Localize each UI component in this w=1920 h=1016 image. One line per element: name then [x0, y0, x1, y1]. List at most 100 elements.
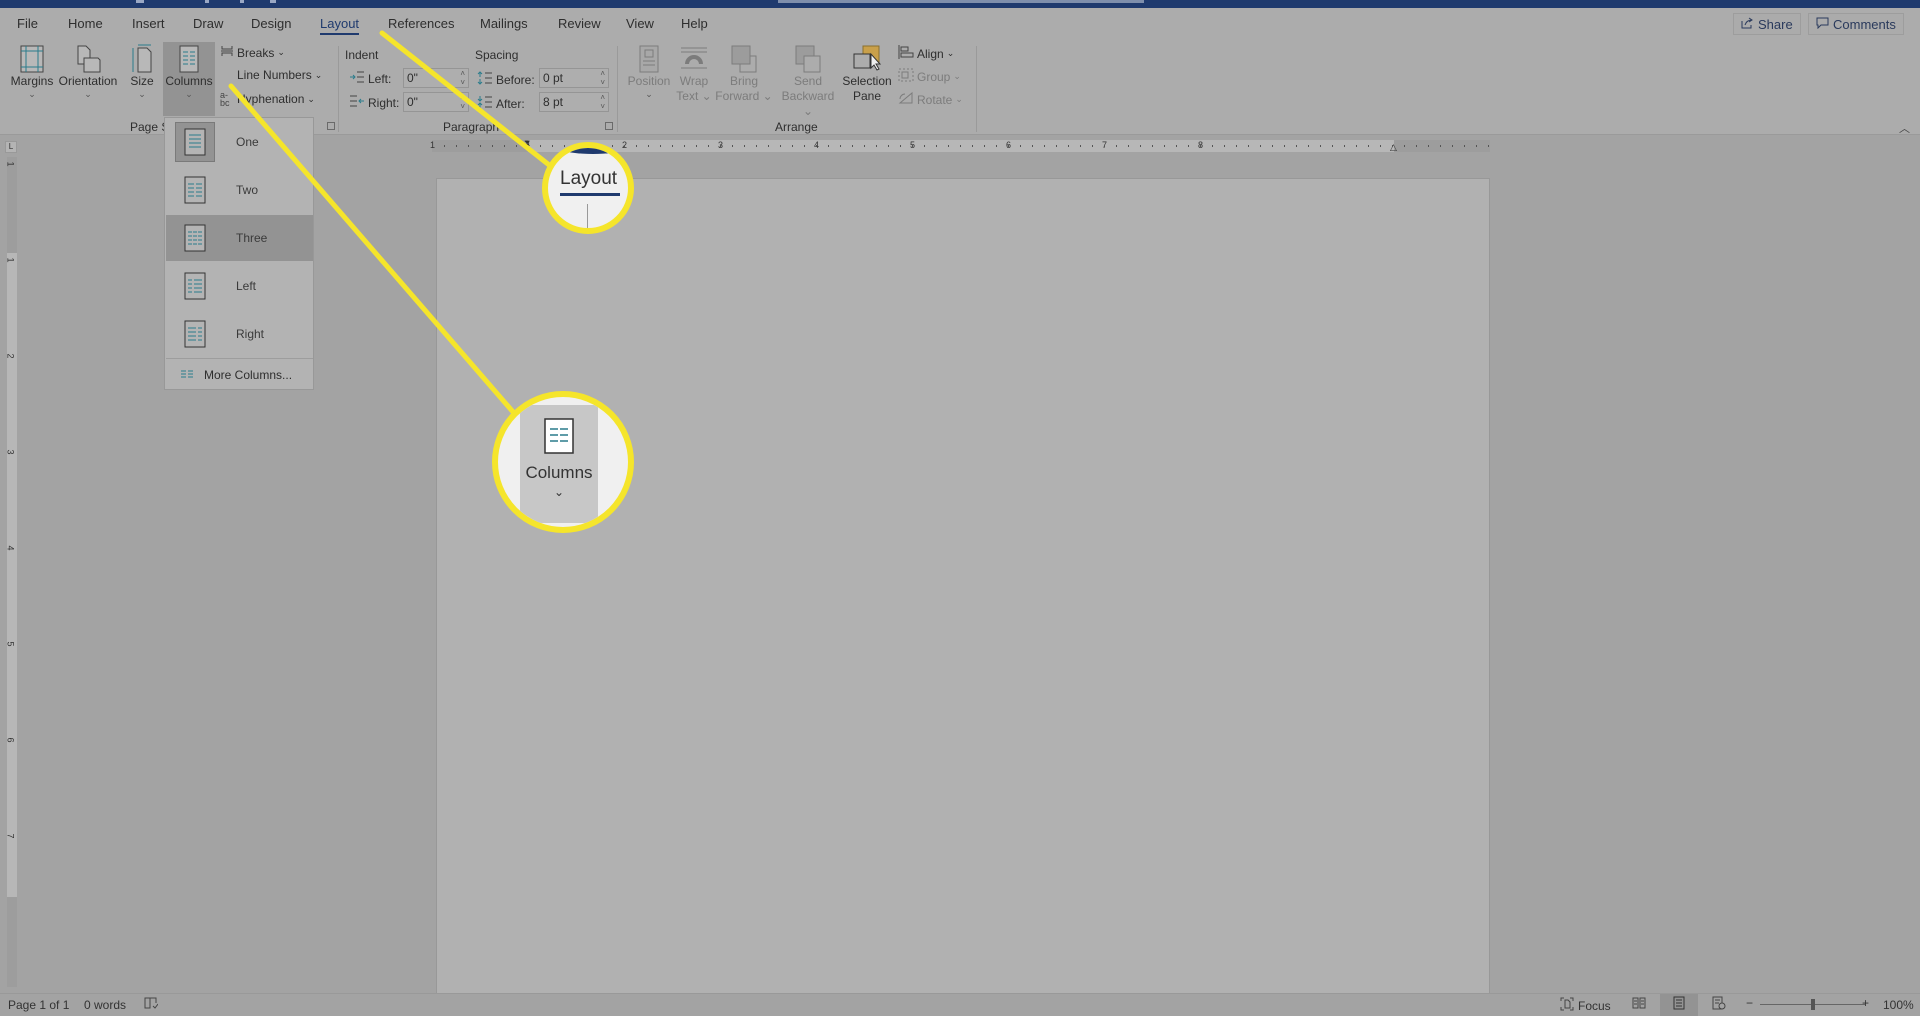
- tab-file[interactable]: File: [17, 16, 38, 31]
- ruler-tick: [1176, 145, 1177, 147]
- ruler-tick: [1056, 145, 1057, 147]
- option-label: Three: [236, 231, 268, 245]
- focus-icon: [1560, 997, 1574, 1014]
- position-icon: [624, 44, 674, 74]
- page-setup-launcher-icon[interactable]: [327, 122, 335, 130]
- indent-right-input[interactable]: 0" ˄ ˅: [403, 92, 469, 112]
- tab-view[interactable]: View: [626, 16, 654, 31]
- paragraph-launcher-icon[interactable]: [605, 122, 613, 130]
- breaks-button[interactable]: Breaks ⌄: [220, 45, 285, 60]
- group-divider: [338, 46, 339, 132]
- orientation-button[interactable]: Orientation ⌄: [58, 44, 118, 99]
- proofing-icon[interactable]: [144, 997, 159, 1013]
- indent-left-label-group: Left:: [349, 71, 391, 86]
- line-numbers-button[interactable]: Line Numbers ⌄: [220, 68, 322, 82]
- document-page[interactable]: [436, 178, 1490, 994]
- align-button[interactable]: Align ⌄: [898, 45, 954, 62]
- more-columns-button[interactable]: More Columns...: [166, 361, 313, 389]
- ruler-tick: [1392, 145, 1393, 147]
- hyphenation-button[interactable]: a-bc Hyphenation ⌄: [220, 91, 315, 108]
- zoom-out-button[interactable]: −: [1746, 996, 1753, 1010]
- ruler-tick: [864, 145, 865, 147]
- ruler-tick: [444, 145, 445, 147]
- search-box[interactable]: [778, 0, 1144, 3]
- tab-review[interactable]: Review: [558, 16, 601, 31]
- margins-button[interactable]: Margins ⌄: [8, 44, 56, 99]
- ruler-tick: [1068, 145, 1069, 147]
- position-button[interactable]: Position ⌄: [624, 44, 674, 99]
- send-backward-label: Send: [793, 74, 823, 88]
- tab-help[interactable]: Help: [681, 16, 708, 31]
- bring-forward-button[interactable]: Bring Forward ⌄: [714, 44, 774, 104]
- group-divider: [617, 46, 618, 132]
- spinner-icon[interactable]: ˄ ˅: [600, 69, 605, 87]
- right-indent-marker[interactable]: △: [1390, 142, 1397, 153]
- selection-pane-button[interactable]: Selection Pane: [840, 44, 894, 104]
- customize-quick-access-icon[interactable]: [270, 0, 276, 3]
- magnified-divider: [587, 204, 588, 228]
- send-backward-icon: [776, 44, 840, 74]
- zoom-in-button[interactable]: +: [1862, 996, 1869, 1010]
- three-columns-icon: [175, 218, 215, 258]
- ruler-tick: [468, 145, 469, 147]
- wrap-text-button[interactable]: Wrap Text ⌄: [676, 44, 712, 104]
- columns-option-one[interactable]: One: [166, 119, 313, 165]
- columns-button[interactable]: Columns ⌄: [163, 42, 215, 116]
- more-columns-label: More Columns...: [204, 368, 293, 382]
- columns-option-three[interactable]: Three: [166, 215, 313, 261]
- chevron-down-icon: ⌄: [277, 47, 285, 57]
- word-count[interactable]: 0 words: [84, 998, 126, 1012]
- spinner-icon[interactable]: ˄ ˅: [460, 69, 465, 87]
- redo-icon[interactable]: [240, 0, 244, 3]
- tab-references[interactable]: References: [388, 16, 454, 31]
- zoom-slider-thumb[interactable]: [1810, 999, 1815, 1010]
- group-label: Group: [917, 69, 951, 84]
- ruler-tick: [1332, 145, 1333, 147]
- zoom-level[interactable]: 100%: [1883, 998, 1914, 1012]
- read-mode-button[interactable]: [1620, 994, 1658, 1016]
- print-layout-button[interactable]: [1660, 994, 1698, 1016]
- collapse-ribbon-icon[interactable]: ︿: [1899, 120, 1910, 136]
- web-layout-button[interactable]: [1700, 994, 1738, 1016]
- spacing-after-icon: [477, 95, 493, 112]
- rotate-button[interactable]: Rotate ⌄: [898, 91, 963, 108]
- undo-icon[interactable]: [205, 0, 209, 3]
- tab-insert[interactable]: Insert: [132, 16, 165, 31]
- option-label: Two: [236, 183, 259, 197]
- columns-option-left[interactable]: Left: [166, 263, 313, 309]
- ruler-number: 1: [5, 161, 16, 167]
- ruler-tick: [756, 145, 757, 147]
- page-count[interactable]: Page 1 of 1: [8, 998, 69, 1012]
- send-backward-button[interactable]: Send Backward ⌄: [776, 44, 840, 119]
- tab-home[interactable]: Home: [68, 16, 103, 31]
- spacing-after-input[interactable]: 8 pt ˄ ˅: [539, 92, 609, 112]
- spinner-icon[interactable]: ˄ ˅: [600, 93, 605, 111]
- group-button[interactable]: Group ⌄: [898, 68, 961, 85]
- tab-mailings[interactable]: Mailings: [480, 16, 528, 31]
- vertical-ruler[interactable]: 1 1 2 3 4 5 6 7: [5, 157, 17, 987]
- ruler-number: 6: [5, 737, 16, 743]
- breaks-label: Breaks: [237, 45, 275, 60]
- indent-left-input[interactable]: 0" ˄ ˅: [403, 68, 469, 88]
- spacing-before-input[interactable]: 0 pt ˄ ˅: [539, 68, 609, 88]
- columns-option-right[interactable]: Right: [166, 311, 313, 357]
- ruler-tick: [996, 145, 997, 147]
- tab-draw[interactable]: Draw: [193, 16, 223, 31]
- tab-layout[interactable]: Layout: [320, 16, 360, 35]
- chevron-down-icon: ⌄: [138, 89, 146, 99]
- save-icon[interactable]: [136, 0, 144, 3]
- comments-button[interactable]: Comments: [1808, 13, 1904, 35]
- ruler-tick: [768, 145, 769, 147]
- rotate-label: Rotate: [917, 92, 953, 107]
- share-button[interactable]: Share: [1733, 13, 1801, 35]
- ruler-tick: [1116, 145, 1117, 147]
- title-bar: [0, 0, 1920, 8]
- focus-button[interactable]: Focus: [1560, 997, 1611, 1014]
- ruler-tick: [1224, 145, 1225, 147]
- ruler-tick: [792, 145, 793, 147]
- tab-selector-icon[interactable]: L: [5, 141, 17, 153]
- size-button[interactable]: Size ⌄: [127, 44, 157, 99]
- columns-option-two[interactable]: Two: [166, 167, 313, 213]
- tab-design[interactable]: Design: [251, 16, 291, 31]
- spinner-icon[interactable]: ˄ ˅: [460, 93, 465, 111]
